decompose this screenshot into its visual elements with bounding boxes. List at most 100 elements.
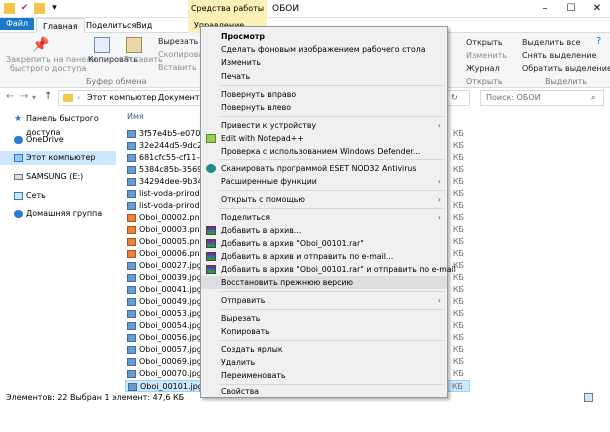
menu-rename[interactable]: Переименовать bbox=[201, 369, 447, 382]
menu-windows-defender[interactable]: Проверка с использованием Windows Defend… bbox=[201, 145, 447, 158]
maximize-icon[interactable]: ☐ bbox=[558, 0, 584, 18]
cut-button[interactable]: Вырезать bbox=[158, 37, 198, 46]
properties-check-icon[interactable]: ✔ bbox=[19, 3, 30, 14]
image-file-icon bbox=[127, 310, 136, 318]
image-file-icon bbox=[127, 142, 136, 150]
forward-arrow-icon[interactable]: → bbox=[20, 91, 28, 102]
file-size: КБ bbox=[452, 201, 464, 210]
menu-delete[interactable]: Удалить bbox=[201, 356, 447, 369]
image-file-icon bbox=[127, 178, 136, 186]
search-icon: ⌕ bbox=[591, 93, 596, 102]
folder-icon[interactable] bbox=[4, 3, 15, 14]
menu-separator bbox=[219, 116, 445, 117]
breadcrumb-this-pc[interactable]: Этот компьютер bbox=[87, 93, 156, 102]
winrar-icon bbox=[206, 265, 216, 274]
recent-chevron-icon[interactable]: ▾ bbox=[32, 93, 36, 102]
nav-samsung-drive[interactable]: SAMSUNG (E:) bbox=[0, 170, 116, 184]
image-file-icon bbox=[127, 334, 136, 342]
file-name: Oboi_00069.jpg bbox=[139, 357, 202, 366]
menu-copy[interactable]: Копировать bbox=[201, 325, 447, 338]
menu-restore-previous[interactable]: Восстановить прежнюю версию bbox=[201, 276, 447, 289]
menu-create-shortcut[interactable]: Создать ярлык bbox=[201, 343, 447, 356]
select-none-button[interactable]: Снять выделение bbox=[522, 51, 596, 60]
menu-properties[interactable]: Свойства bbox=[201, 385, 447, 398]
image-file-icon bbox=[128, 383, 137, 391]
menu-add-rar-email[interactable]: Добавить в архив "Oboi_00101.rar" и отпр… bbox=[201, 263, 456, 276]
image-file-icon bbox=[127, 370, 136, 378]
window-controls: – ☐ ✕ bbox=[532, 0, 610, 18]
menu-add-email[interactable]: Добавить в архив и отправить по e-mail..… bbox=[201, 250, 447, 263]
file-name: Oboi_00006.png bbox=[139, 249, 205, 258]
chevron-right-icon: › bbox=[437, 296, 441, 305]
file-size: КБ bbox=[452, 285, 464, 294]
menu-preview[interactable]: Просмотр bbox=[201, 30, 447, 43]
nav-network[interactable]: Сеть bbox=[0, 189, 116, 203]
paste-button[interactable]: Вставить bbox=[124, 55, 163, 64]
search-input[interactable]: Поиск: ОБОИ ⌕ bbox=[480, 90, 604, 106]
menu-cast-to-device[interactable]: Привести к устройству › bbox=[201, 119, 447, 132]
pin-button-line2[interactable]: быстрого доступа bbox=[10, 64, 86, 73]
menu-cut[interactable]: Вырезать bbox=[201, 312, 447, 325]
image-file-icon bbox=[127, 130, 136, 138]
menu-set-background[interactable]: Сделать фоновым изображением рабочего ст… bbox=[201, 43, 447, 56]
menu-open-with[interactable]: Открыть с помощью › bbox=[201, 193, 447, 206]
menu-edit-notepad[interactable]: Edit with Notepad++ bbox=[201, 132, 447, 145]
invert-selection-button[interactable]: Обратить выделение bbox=[522, 64, 610, 73]
menu-add-rar[interactable]: Добавить в архив "Oboi_00101.rar" bbox=[201, 237, 447, 250]
nav-this-pc[interactable]: Этот компьютер bbox=[0, 151, 116, 165]
menu-rotate-left[interactable]: Повернуть влево bbox=[201, 101, 447, 114]
nav-homegroup[interactable]: Домашняя группа bbox=[0, 207, 116, 221]
png-file-icon bbox=[127, 250, 136, 258]
quick-access-toolbar: ✔ ▾ bbox=[4, 3, 60, 14]
menu-share[interactable]: Поделиться › bbox=[201, 211, 447, 224]
nav-onedrive[interactable]: OneDrive bbox=[0, 133, 116, 147]
breadcrumb-documents[interactable]: Документы bbox=[158, 93, 206, 102]
tab-file[interactable]: Файл bbox=[0, 18, 34, 30]
file-name: Oboi_00005.png bbox=[139, 237, 205, 246]
up-arrow-icon[interactable]: ↑ bbox=[44, 91, 52, 102]
menu-rotate-right[interactable]: Повернуть вправо bbox=[201, 88, 447, 101]
pin-button-line1[interactable]: Закрепить на панели bbox=[6, 55, 96, 64]
png-file-icon bbox=[127, 214, 136, 222]
close-icon[interactable]: ✕ bbox=[584, 0, 610, 18]
file-size: КБ bbox=[452, 333, 464, 342]
cloud-icon bbox=[14, 136, 23, 144]
menu-add-archive[interactable]: Добавить в архив... bbox=[201, 224, 447, 237]
minimize-icon[interactable]: – bbox=[532, 0, 558, 18]
nav-quick-access[interactable]: ★ Панель быстрого доступа bbox=[0, 112, 116, 137]
menu-print[interactable]: Печать bbox=[201, 70, 447, 83]
chevron-right-icon: › bbox=[437, 213, 441, 222]
help-icon[interactable]: ? bbox=[596, 36, 601, 47]
file-name: Oboi_00053.jpg bbox=[139, 309, 202, 318]
menu-separator bbox=[219, 309, 445, 310]
tab-view[interactable]: Вид bbox=[130, 18, 158, 33]
menu-advanced[interactable]: Расширенные функции › bbox=[201, 175, 447, 188]
refresh-icon[interactable]: ↻ bbox=[451, 93, 458, 102]
edit-button[interactable]: Изменить bbox=[466, 51, 507, 60]
select-all-button[interactable]: Выделить все bbox=[522, 38, 581, 47]
file-name: Oboi_00003.png bbox=[139, 225, 205, 234]
menu-send-to[interactable]: Отправить › bbox=[201, 294, 447, 307]
context-menu: Просмотр Сделать фоновым изображением ра… bbox=[200, 26, 456, 398]
chevron-down-icon[interactable]: ▾ bbox=[49, 3, 60, 14]
chevron-right-icon: › bbox=[437, 177, 441, 186]
menu-eset-scan[interactable]: Сканировать программой ESET NOD32 Antivi… bbox=[201, 162, 447, 175]
open-button[interactable]: Открыть bbox=[466, 38, 503, 47]
image-file-icon bbox=[127, 322, 136, 330]
navigation-pane: ★ Панель быстрого доступа OneDrive Этот … bbox=[0, 108, 116, 388]
file-size: КБ bbox=[452, 189, 464, 198]
tab-home[interactable]: Главная bbox=[36, 18, 85, 33]
back-arrow-icon[interactable]: ← bbox=[6, 91, 14, 102]
select-group-label: Выделить bbox=[545, 77, 587, 86]
file-size: КБ bbox=[452, 357, 464, 366]
history-button[interactable]: Журнал bbox=[466, 64, 500, 73]
new-folder-icon[interactable] bbox=[34, 3, 45, 14]
large-icons-view-icon[interactable] bbox=[584, 393, 593, 402]
winrar-icon bbox=[206, 252, 216, 261]
menu-edit[interactable]: Изменить bbox=[201, 56, 447, 69]
image-file-icon bbox=[127, 286, 136, 294]
column-header-name[interactable]: Имя bbox=[127, 112, 144, 121]
file-size: КБ bbox=[452, 249, 464, 258]
chevron-right-icon: › bbox=[437, 195, 441, 204]
file-name: Oboi_00057.jpg bbox=[139, 345, 202, 354]
